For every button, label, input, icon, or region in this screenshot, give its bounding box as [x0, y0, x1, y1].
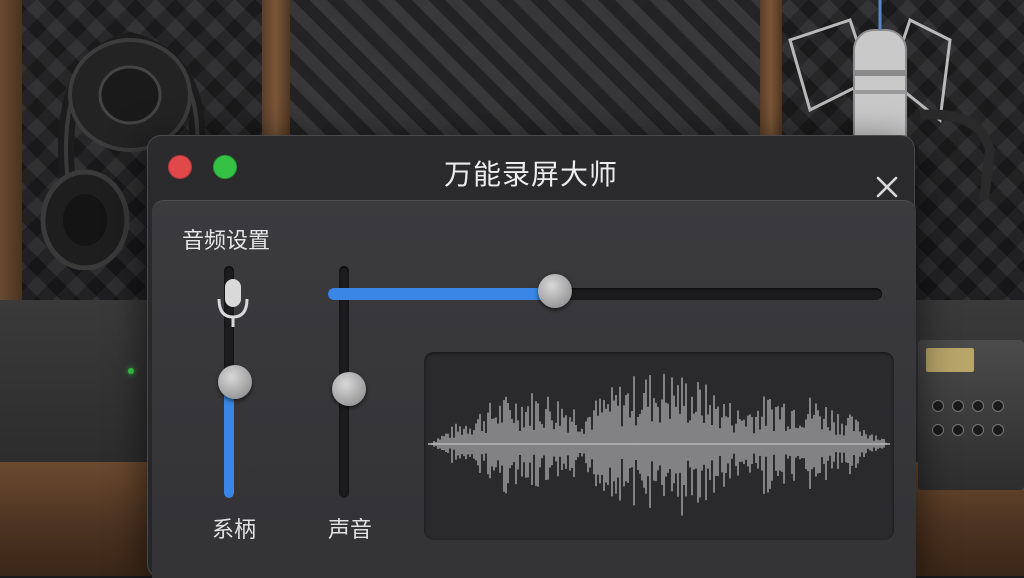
audio-waveform: [428, 373, 890, 516]
status-led: [128, 368, 134, 374]
mixer-knob: [932, 424, 944, 436]
horizontal-volume-slider[interactable]: [328, 288, 882, 300]
title-bar: 万能录屏大师: [148, 136, 914, 198]
section-title: 音频设置: [182, 229, 271, 254]
system-slider-label: 系柄: [212, 518, 257, 543]
acoustic-foam: [290, 0, 760, 150]
window-title: 万能录屏大师: [443, 158, 618, 191]
wood-panel: [0, 0, 22, 300]
horizontal-volume-thumb[interactable]: [538, 274, 573, 308]
mixer-knob: [952, 424, 964, 436]
sound-volume-thumb[interactable]: [332, 371, 366, 406]
sound-slider-label: 声音: [328, 518, 373, 543]
vu-meter: [926, 348, 974, 372]
close-icon[interactable]: [874, 174, 900, 200]
wood-post: [262, 0, 290, 150]
slider-fill: [224, 382, 234, 498]
mixer-knob: [992, 424, 1004, 436]
mixer-knob: [932, 400, 944, 412]
app-window: 万能录屏大师 音频设置 系柄 声音: [147, 135, 916, 578]
mixer-knob: [992, 400, 1004, 412]
mixer-knob: [972, 400, 984, 412]
mixer-knob: [952, 400, 964, 412]
system-volume-thumb[interactable]: [218, 365, 252, 399]
slider-fill: [328, 288, 556, 300]
mixer-console: [918, 340, 1024, 490]
microphone-icon: [217, 279, 249, 327]
waveform-display: [424, 352, 894, 540]
mixer-knob: [972, 424, 984, 436]
